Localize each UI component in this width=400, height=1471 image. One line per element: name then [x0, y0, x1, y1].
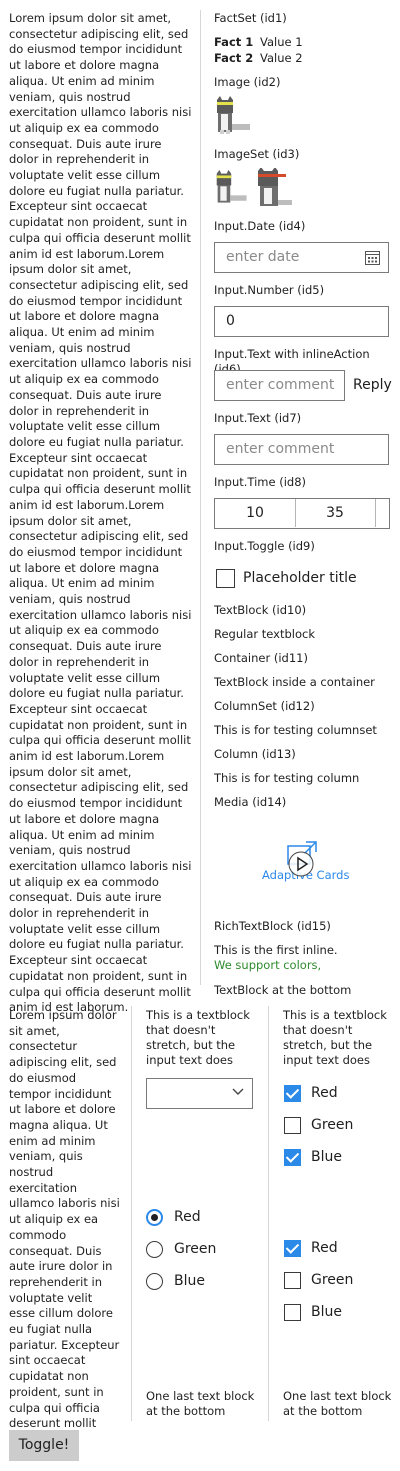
col3-header: This is a textblock that doesn't stretch…: [283, 1008, 387, 1067]
checkbox-blue-1-label: Blue: [311, 1149, 342, 1165]
checkbox-green-2[interactable]: [284, 1272, 301, 1289]
cat-image: [217, 96, 250, 134]
factset-label: FactSet (id1): [214, 11, 287, 25]
media-label: Media (id14): [214, 795, 287, 809]
checkbox-blue-1[interactable]: [284, 1149, 301, 1166]
toggle-title: Placeholder title: [243, 570, 357, 586]
column-divider-top: [200, 10, 201, 985]
checkbox-green-1[interactable]: [284, 1117, 301, 1134]
time-picker[interactable]: 10 35: [214, 498, 390, 529]
cat-image-2: [258, 168, 292, 206]
chevron-down-icon[interactable]: [232, 1088, 244, 1096]
number-input[interactable]: 0: [214, 306, 389, 337]
calendar-icon[interactable]: [365, 250, 380, 265]
richtext-label: RichTextBlock (id15): [214, 919, 331, 933]
column-label: Column (id13): [214, 747, 296, 761]
textblock-label: TextBlock (id10): [214, 603, 307, 617]
column-divider-2: [268, 1006, 269, 1421]
toggle-label: Input.Toggle (id9): [214, 539, 315, 553]
column-divider-1: [131, 1006, 132, 1421]
col2-last-text: One last text block at the bottom: [146, 1389, 255, 1418]
checkbox-blue-2-label: Blue: [311, 1304, 342, 1320]
media-player[interactable]: Adaptive Cards: [258, 838, 349, 894]
bottom-textblock: TextBlock at the bottom: [214, 983, 352, 997]
radio-red[interactable]: [146, 1209, 163, 1226]
richtext-plain: This is the first inline.: [214, 943, 338, 957]
fact-title-2: Fact 2: [214, 51, 254, 65]
date-label: Input.Date (id4): [214, 219, 306, 233]
checkbox-blue-2[interactable]: [284, 1304, 301, 1321]
radio-blue[interactable]: [146, 1273, 163, 1290]
time-label: Input.Time (id8): [214, 475, 307, 489]
reply-button[interactable]: Reply: [353, 377, 392, 393]
radio-green-label: Green: [174, 1241, 217, 1257]
cat-image-1: [216, 170, 247, 203]
container-text: TextBlock inside a container: [214, 675, 375, 689]
radio-red-label: Red: [174, 1209, 201, 1225]
column-text: This is for testing column: [214, 771, 360, 785]
checkbox-green-1-label: Green: [311, 1117, 354, 1133]
choice-dropdown[interactable]: [146, 1078, 253, 1109]
checkbox-red-1[interactable]: [284, 1085, 301, 1102]
richtext-block: This is the first inline. We support col…: [214, 943, 354, 973]
imageset-label: ImageSet (id3): [214, 147, 300, 161]
textblock-text: Regular textblock: [214, 627, 315, 641]
toggle-checkbox[interactable]: [216, 569, 235, 588]
lorem-text-top: Lorem ipsum dolor sit amet, consectetur …: [9, 11, 192, 1015]
number-label: Input.Number (id5): [214, 283, 325, 297]
time-hour[interactable]: 10: [215, 499, 296, 527]
checkbox-red-2[interactable]: [284, 1240, 301, 1257]
columnset-text: This is for testing columnset: [214, 723, 377, 737]
comment-input[interactable]: enter comment: [214, 434, 389, 465]
text-input-label: Input.Text (id7): [214, 411, 302, 425]
columnset-label: ColumnSet (id12): [214, 699, 315, 713]
time-minute[interactable]: 35: [295, 499, 376, 527]
date-input[interactable]: enter date: [214, 242, 389, 273]
checkbox-red-2-label: Red: [311, 1240, 338, 1256]
play-icon[interactable]: [287, 850, 315, 878]
checkbox-red-1-label: Red: [311, 1085, 338, 1101]
fact-value-1: Value 1: [260, 35, 303, 49]
container-label: Container (id11): [214, 651, 308, 665]
checkbox-green-2-label: Green: [311, 1272, 354, 1288]
toggle-button[interactable]: Toggle!: [9, 1430, 79, 1461]
radio-blue-label: Blue: [174, 1273, 205, 1289]
col2-header: This is a textblock that doesn't stretch…: [146, 1008, 250, 1067]
date-placeholder: enter date: [226, 249, 300, 265]
image-label: Image (id2): [214, 75, 281, 89]
comment-input-inline[interactable]: enter comment: [214, 370, 345, 401]
lorem-text-bottom: Lorem ipsum dolor sit amet, consectetur …: [9, 1008, 120, 1462]
col3-last-text: One last text block at the bottom: [283, 1389, 392, 1418]
radio-green[interactable]: [146, 1241, 163, 1258]
richtext-colored: We support colors,: [214, 958, 322, 972]
fact-title-1: Fact 1: [214, 35, 254, 49]
fact-value-2: Value 2: [260, 51, 303, 65]
